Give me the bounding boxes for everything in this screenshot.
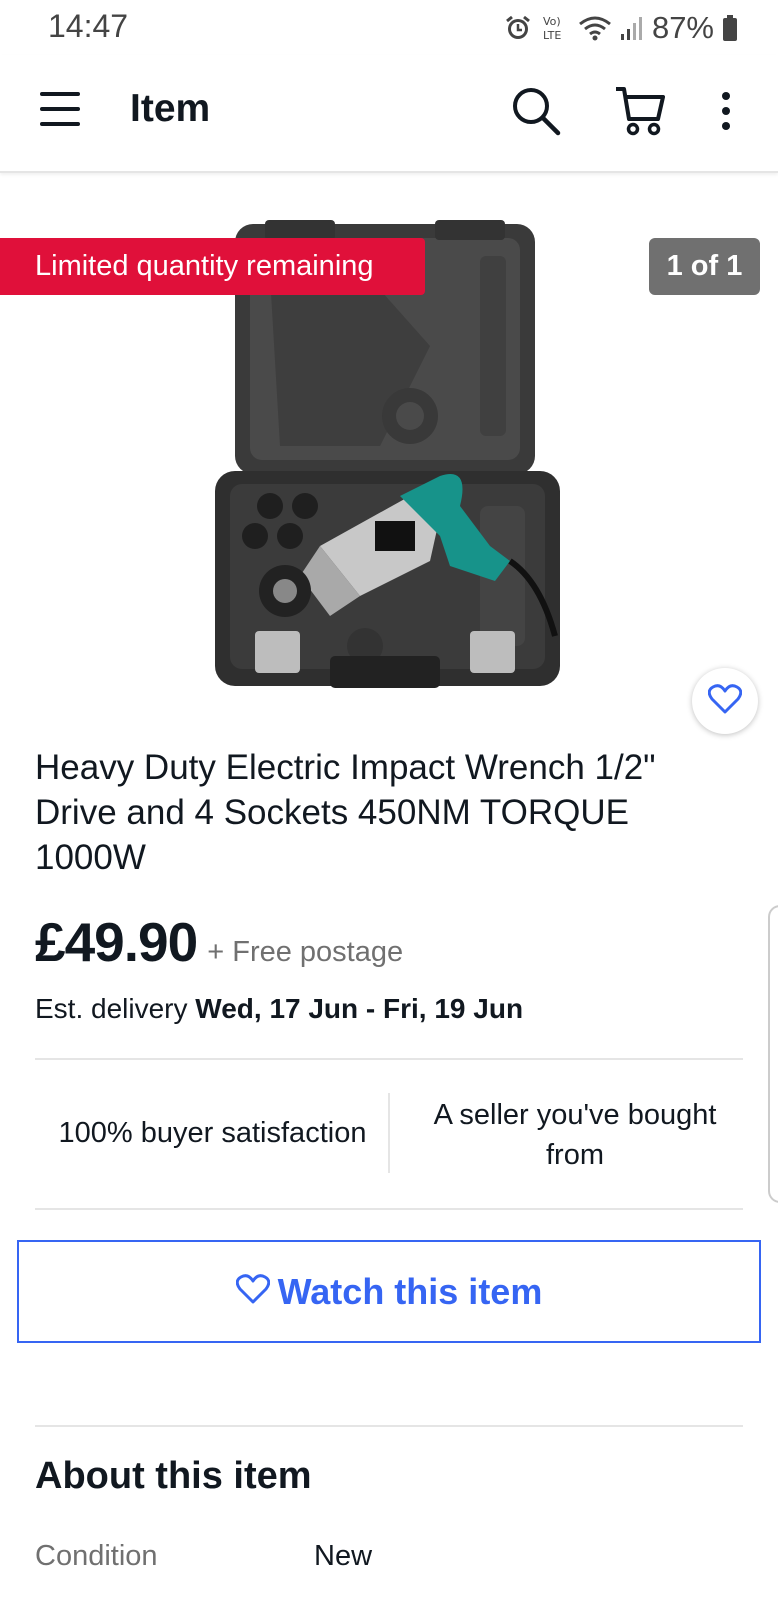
side-drawer-handle[interactable] xyxy=(768,905,778,1203)
signal-icon xyxy=(620,14,644,42)
image-gallery[interactable]: Limited quantity remaining 1 of 1 xyxy=(0,172,778,732)
postage-info: + Free postage xyxy=(207,936,404,968)
wifi-icon xyxy=(578,14,612,42)
limited-quantity-badge: Limited quantity remaining xyxy=(0,238,425,295)
condition-value: New xyxy=(314,1540,373,1572)
divider xyxy=(35,1425,743,1427)
status-bar: 14:47 Vo) LTE 87% xyxy=(0,0,778,55)
seller-relationship: A seller you've bought from xyxy=(433,1099,717,1171)
svg-text:LTE: LTE xyxy=(543,29,561,42)
volte-lte-icon: Vo) LTE xyxy=(540,13,570,43)
divider xyxy=(35,1208,743,1210)
divider xyxy=(35,1058,743,1060)
about-heading: About this item xyxy=(35,1455,312,1497)
page-title: Item xyxy=(130,87,211,130)
alarm-icon xyxy=(504,14,532,42)
watch-item-button[interactable]: Watch this item xyxy=(17,1240,761,1343)
hamburger-menu-icon[interactable] xyxy=(38,87,82,136)
more-options-icon[interactable] xyxy=(718,91,734,136)
item-title: Heavy Duty Electric Impact Wrench 1/2" D… xyxy=(35,748,656,877)
heart-icon xyxy=(235,1271,270,1313)
battery-percent: 87% xyxy=(651,10,714,45)
search-icon[interactable] xyxy=(510,85,562,142)
battery-icon xyxy=(722,14,738,42)
cart-icon[interactable] xyxy=(614,85,666,142)
delivery-dates: Wed, 17 Jun - Fri, 19 Jun xyxy=(195,993,524,1024)
divider-vertical xyxy=(388,1093,390,1173)
image-counter: 1 of 1 xyxy=(649,238,760,295)
status-time: 14:47 xyxy=(48,8,129,44)
condition-label: Condition xyxy=(35,1540,158,1572)
price-row: £49.90 + Free postage xyxy=(35,910,403,974)
svg-text:Vo): Vo) xyxy=(543,15,561,28)
heart-icon xyxy=(707,683,743,719)
buyer-satisfaction: 100% buyer satisfaction xyxy=(58,1117,367,1149)
status-icons: Vo) LTE 87% xyxy=(504,10,738,46)
app-bar: Item xyxy=(0,55,778,173)
delivery-label: Est. delivery xyxy=(35,993,188,1024)
favorite-button[interactable] xyxy=(692,668,758,734)
item-price: £49.90 xyxy=(35,911,198,973)
watch-item-label: Watch this item xyxy=(277,1270,543,1312)
estimated-delivery: Est. delivery Wed, 17 Jun - Fri, 19 Jun xyxy=(35,993,523,1025)
